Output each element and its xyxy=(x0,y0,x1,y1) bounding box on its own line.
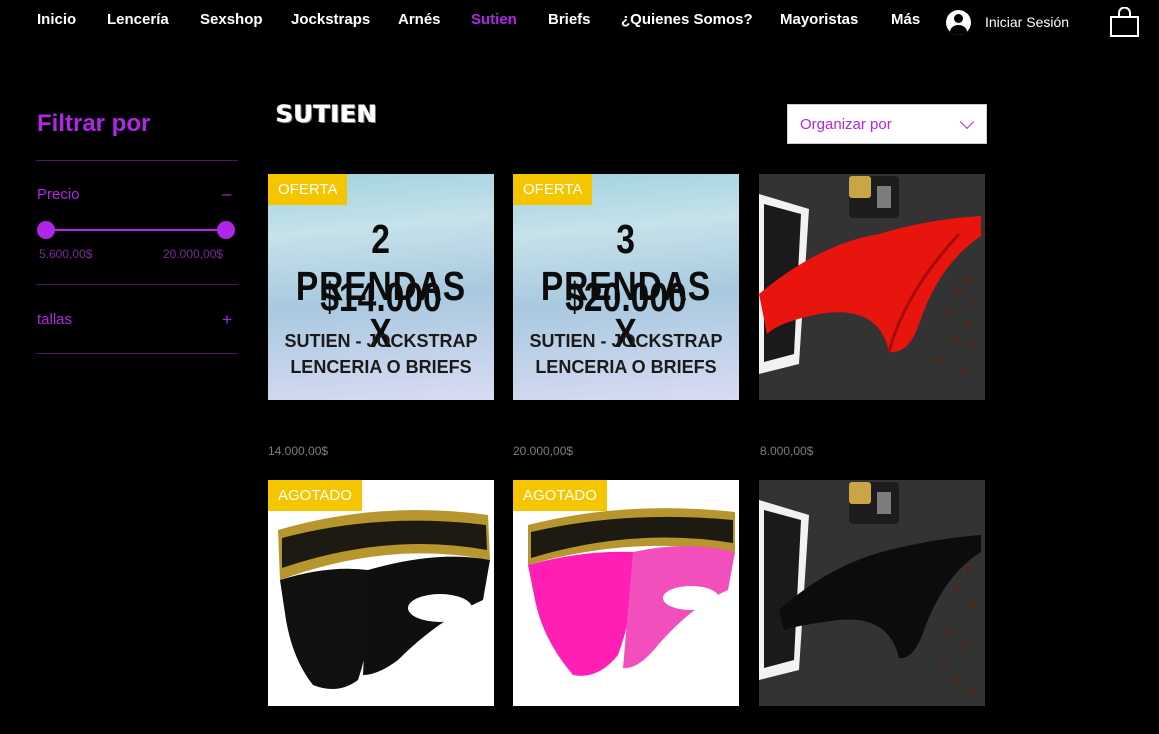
filter-price-collapse-toggle[interactable]: – xyxy=(222,184,231,204)
promo-subtitle: LENCERIA O BRIEFS xyxy=(290,357,472,377)
price-range-max-value: 20.000,00$ xyxy=(163,247,224,261)
divider xyxy=(36,353,238,354)
login-button[interactable]: Iniciar Sesión xyxy=(946,9,1069,35)
nav-item-mas[interactable]: Más xyxy=(891,11,920,28)
product-price: 8.000,00$ xyxy=(760,444,814,458)
product-image xyxy=(759,174,985,400)
promo-subtitle: SUTIEN - JOCKSTRAP xyxy=(284,331,478,351)
product-image xyxy=(268,480,494,706)
product-card[interactable] xyxy=(759,480,985,706)
nav-item-lenceria[interactable]: Lencería xyxy=(107,11,169,28)
shopping-bag-icon[interactable] xyxy=(1110,6,1139,37)
product-card[interactable]: AGOTADO xyxy=(513,480,739,706)
nav-item-arnes[interactable]: Arnés xyxy=(398,11,441,28)
nav-item-briefs[interactable]: Briefs xyxy=(548,11,591,28)
price-range-track[interactable] xyxy=(46,229,226,231)
filter-price-label[interactable]: Precio xyxy=(37,186,80,203)
offer-badge: OFERTA xyxy=(268,174,348,205)
product-card[interactable]: OFERTA 3 PRENDAS X $20.000 SUTIEN - JOCK… xyxy=(513,174,739,400)
divider xyxy=(36,160,238,161)
promo-subtitle: SUTIEN - JOCKSTRAP xyxy=(529,331,723,351)
product-card[interactable]: AGOTADO xyxy=(268,480,494,706)
offer-badge: OFERTA xyxy=(513,174,593,205)
top-navigation: Inicio Lencería Sexshop Jockstraps Arnés… xyxy=(0,0,1159,44)
filter-title: Filtrar por xyxy=(37,110,151,137)
nav-item-mayoristas[interactable]: Mayoristas xyxy=(780,11,858,28)
sort-dropdown-label: Organizar por xyxy=(800,115,892,133)
login-label: Iniciar Sesión xyxy=(985,14,1070,30)
user-avatar-icon xyxy=(946,9,971,35)
price-range-min-handle[interactable] xyxy=(37,221,55,239)
page-title: SUTIEN xyxy=(276,100,378,128)
price-range-min-value: 5.600,00$ xyxy=(39,247,93,261)
product-price: 20.000,00$ xyxy=(513,444,574,458)
filter-sizes-label[interactable]: tallas xyxy=(37,311,72,328)
divider xyxy=(36,284,238,285)
filter-sizes-expand-toggle[interactable]: + xyxy=(222,310,232,330)
product-price: 14.000,00$ xyxy=(268,444,329,458)
sort-dropdown[interactable]: Organizar por xyxy=(787,104,987,144)
promo-price: $20.000 xyxy=(565,274,687,320)
nav-item-jockstraps[interactable]: Jockstraps xyxy=(291,11,370,28)
nav-item-inicio[interactable]: Inicio xyxy=(37,11,76,28)
product-card[interactable] xyxy=(759,174,985,400)
promo-price: $14.000 xyxy=(320,274,442,320)
product-image xyxy=(513,480,739,706)
nav-item-quienes-somos[interactable]: ¿Quienes Somos? xyxy=(621,11,753,28)
sold-out-badge: AGOTADO xyxy=(268,480,362,511)
price-range-max-handle[interactable] xyxy=(217,221,235,239)
product-image xyxy=(759,480,985,706)
nav-item-sexshop[interactable]: Sexshop xyxy=(200,11,263,28)
chevron-down-icon xyxy=(959,114,975,130)
product-card[interactable]: OFERTA 2 PRENDAS X $14.000 SUTIEN - JOCK… xyxy=(268,174,494,400)
sold-out-badge: AGOTADO xyxy=(513,480,607,511)
nav-item-sutien[interactable]: Sutien xyxy=(471,11,517,28)
promo-subtitle: LENCERIA O BRIEFS xyxy=(535,357,717,377)
